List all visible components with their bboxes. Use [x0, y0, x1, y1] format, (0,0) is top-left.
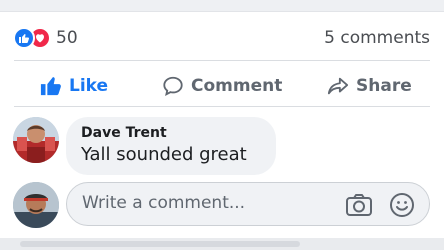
comment-label: Comment	[191, 76, 283, 96]
share-label: Share	[356, 76, 412, 96]
comment-input[interactable]: Write a comment...	[66, 182, 430, 226]
avatar[interactable]	[13, 117, 59, 163]
share-arrow-icon	[327, 77, 349, 95]
comment-bubble[interactable]: Dave Trent Yall sounded great	[66, 117, 276, 175]
reaction-count[interactable]: 50	[56, 26, 78, 50]
speech-bubble-icon	[163, 76, 183, 96]
divider	[14, 60, 430, 61]
camera-icon[interactable]	[345, 192, 373, 218]
comment-author[interactable]: Dave Trent	[81, 125, 167, 141]
comment-text: Yall sounded great	[81, 144, 247, 165]
comments-count-link[interactable]: 5 comments	[324, 26, 430, 50]
emoji-icon[interactable]	[389, 192, 415, 218]
share-button[interactable]: Share	[327, 72, 412, 100]
reactions-summary[interactable]: 50 5 comments	[0, 12, 444, 52]
like-icon	[13, 27, 35, 49]
previous-post-edge	[0, 0, 444, 12]
comment-input-placeholder: Write a comment...	[82, 193, 246, 213]
next-post-preview	[20, 241, 300, 247]
divider	[14, 106, 430, 107]
reaction-icons	[13, 26, 53, 50]
like-label: Like	[69, 76, 109, 96]
post-action-bar: Like Comment Share	[0, 64, 444, 106]
next-post-edge	[0, 238, 444, 250]
thumbs-up-icon	[40, 77, 61, 96]
like-button[interactable]: Like	[40, 72, 108, 100]
avatar[interactable]	[13, 182, 59, 228]
comment-button[interactable]: Comment	[162, 72, 282, 100]
